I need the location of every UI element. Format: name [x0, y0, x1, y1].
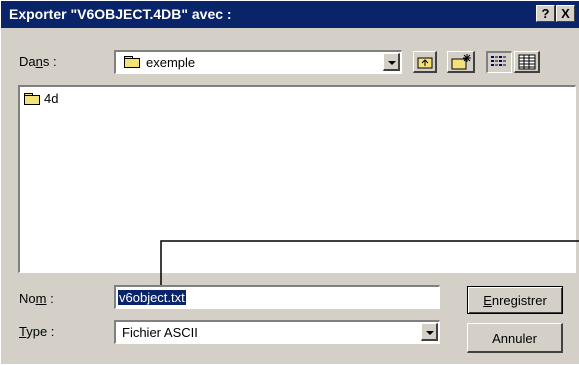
export-dialog: Exporter "V6OBJECT.4DB" avec : ? X Dans …	[0, 0, 579, 364]
save-button-label: Enregistrer	[483, 293, 547, 308]
cancel-button-label: Annuler	[492, 331, 537, 346]
save-button[interactable]: Enregistrer	[467, 286, 563, 314]
cancel-button[interactable]: Annuler	[467, 323, 563, 353]
file-type-select[interactable]: Fichier ASCII	[114, 320, 440, 344]
chevron-down-icon[interactable]	[421, 323, 438, 341]
file-name-value: v6object.txt	[118, 290, 186, 305]
file-type-label: Type :	[19, 324, 55, 339]
file-type-value: Fichier ASCII	[122, 325, 198, 340]
file-name-input[interactable]: v6object.txt	[114, 285, 440, 309]
file-name-label: Nom :	[19, 291, 54, 306]
